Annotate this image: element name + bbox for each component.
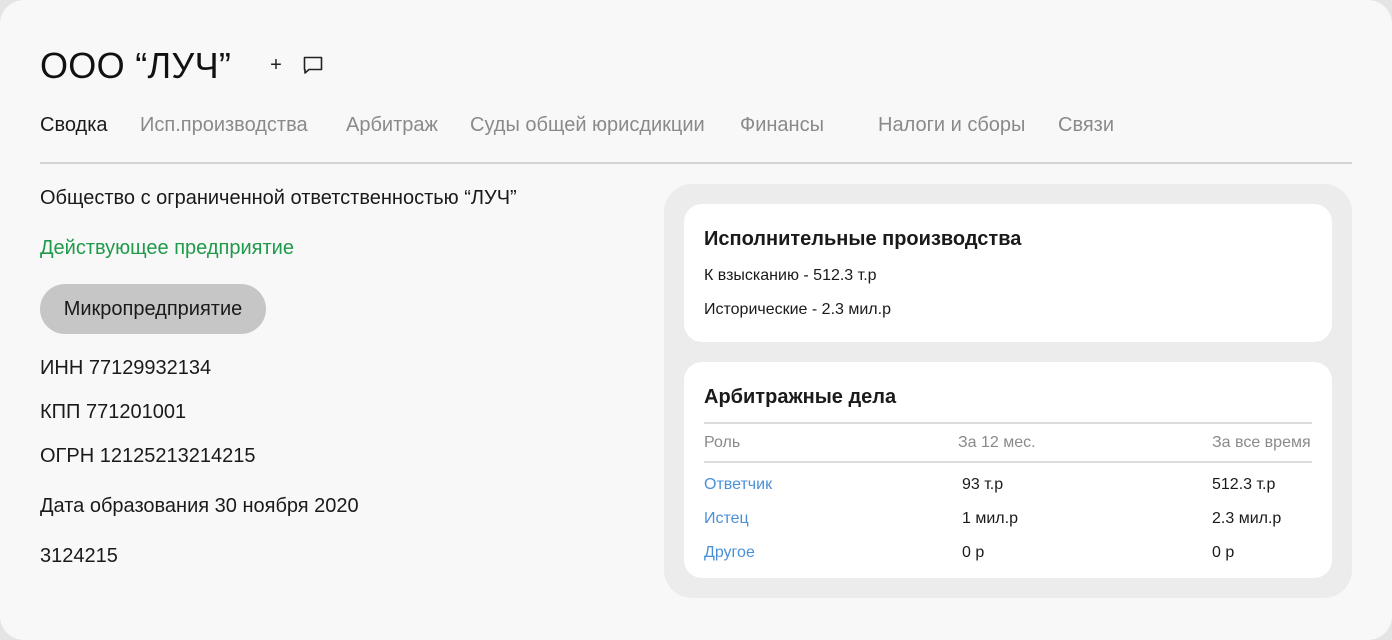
role-defendant-link[interactable]: Ответчик <box>704 476 772 494</box>
defendant-total-value: 512.3 т.р <box>1212 476 1276 493</box>
title-row: ООО “ЛУЧ” + <box>40 42 323 90</box>
other-total-value: 0 р <box>1212 544 1235 561</box>
role-plaintiff-link[interactable]: Истец <box>704 510 749 528</box>
category-badge: Микропредприятие <box>40 284 266 334</box>
tab-general-courts[interactable]: Суды общей юрисдикции <box>470 114 705 137</box>
enforcement-historical: Исторические - 2.3 мил.р <box>704 301 891 318</box>
tab-enforcement[interactable]: Исп.производства <box>140 114 308 137</box>
tab-relations[interactable]: Связи <box>1058 114 1114 137</box>
arbitration-card: Арбитражные дела Роль За 12 мес. За все … <box>684 362 1332 578</box>
column-header-role: Роль <box>704 434 741 451</box>
inn-text: ИНН 77129932134 <box>40 357 212 379</box>
tab-arbitration[interactable]: Арбитраж <box>346 114 438 137</box>
status-label: Действующее предприятие <box>40 237 294 259</box>
founded-date-text: Дата образования 30 ноября 2020 <box>40 495 359 517</box>
arbitration-title: Арбитражные дела <box>704 386 897 408</box>
company-card: ООО “ЛУЧ” + Сводка Исп.производства Арби… <box>0 0 1392 640</box>
company-full-name: Общество с ограниченной ответственностью… <box>40 187 517 209</box>
company-title: ООО “ЛУЧ” <box>40 45 232 86</box>
tab-finance[interactable]: Финансы <box>740 114 824 137</box>
enforcement-to-collect: К взысканию - 512.3 т.р <box>704 267 877 284</box>
tab-taxes[interactable]: Налоги и сборы <box>878 114 1025 137</box>
tab-summary[interactable]: Сводка <box>40 114 108 137</box>
enforcement-card[interactable]: Исполнительные производства К взысканию … <box>684 204 1332 342</box>
chat-icon[interactable] <box>301 53 325 77</box>
plus-icon[interactable]: + <box>265 54 287 76</box>
table-top-divider <box>704 422 1312 424</box>
enforcement-title: Исполнительные производства <box>704 228 1022 250</box>
ogrn-text: ОГРН 12125213214215 <box>40 445 256 467</box>
extra-number-text: 3124215 <box>40 545 118 567</box>
column-header-12-months: За 12 мес. <box>958 434 1036 451</box>
info-panel: Исполнительные производства К взысканию … <box>664 184 1352 598</box>
plaintiff-12m-value: 1 мил.р <box>962 510 1018 527</box>
defendant-12m-value: 93 т.р <box>962 476 1004 493</box>
tabs-divider <box>40 162 1352 164</box>
kpp-text: КПП 771201001 <box>40 401 187 423</box>
table-header-divider <box>704 461 1312 463</box>
column-header-all-time: За все время <box>1212 434 1311 451</box>
plaintiff-total-value: 2.3 мил.р <box>1212 510 1282 527</box>
other-12m-value: 0 р <box>962 544 985 561</box>
role-other-link[interactable]: Другое <box>704 544 755 562</box>
